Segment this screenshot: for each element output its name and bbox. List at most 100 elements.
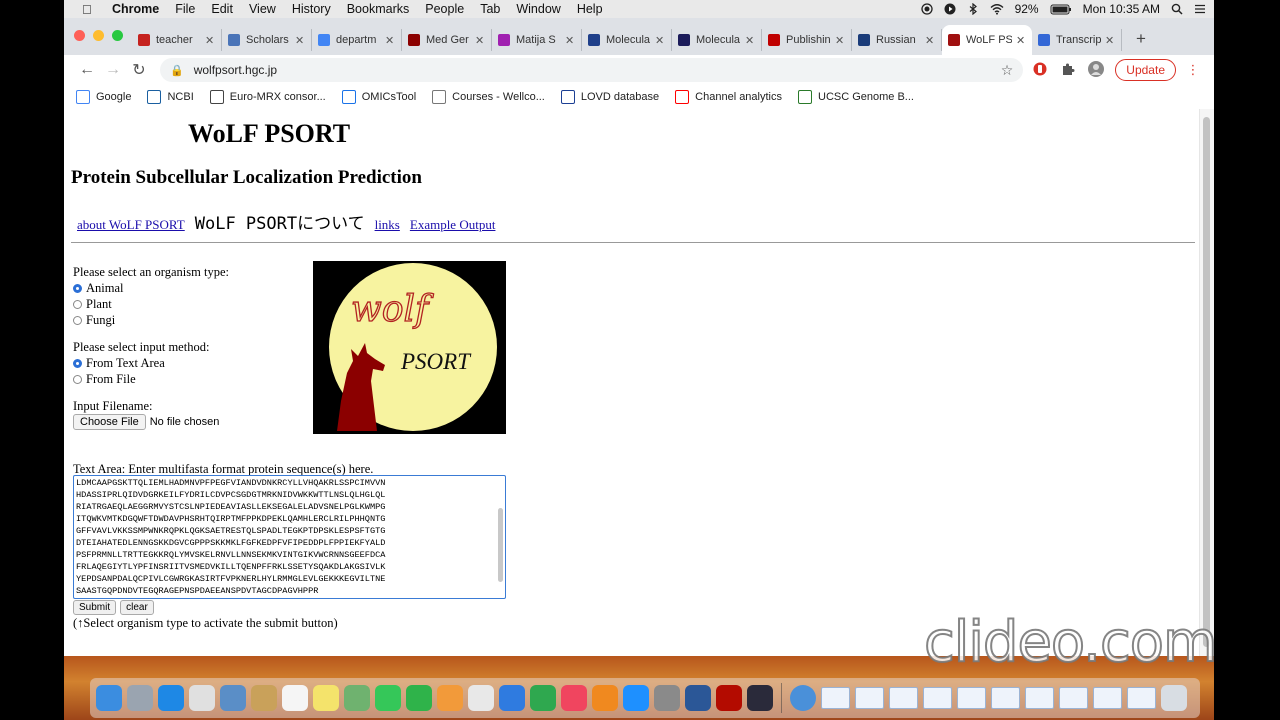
minimized-window-thumbnail[interactable] <box>1127 687 1156 709</box>
bookmark-label[interactable]: Euro-MRX consor... <box>230 91 326 103</box>
page-scrollbar[interactable] <box>1199 109 1214 656</box>
photos-icon[interactable] <box>344 685 370 711</box>
radio-button[interactable] <box>73 374 82 384</box>
extension-red-icon[interactable] <box>1029 62 1051 79</box>
minimized-window-thumbnail[interactable] <box>923 687 952 709</box>
tab-close-icon[interactable]: ✕ <box>835 34 845 47</box>
minimized-window-thumbnail[interactable] <box>957 687 986 709</box>
link-example-output[interactable]: Example Output <box>410 217 496 233</box>
link-links[interactable]: links <box>375 217 400 233</box>
forward-icon[interactable]: → <box>100 61 126 79</box>
tab-close-icon[interactable]: ✕ <box>385 34 395 47</box>
menu-history[interactable]: History <box>292 2 331 16</box>
quicktime-icon[interactable] <box>747 685 773 711</box>
minimized-window-thumbnail[interactable] <box>855 687 884 709</box>
battery-icon[interactable] <box>1050 3 1072 15</box>
notes-icon[interactable] <box>251 685 277 711</box>
reload-icon[interactable]: ↻ <box>126 60 152 80</box>
tab-1[interactable]: Scholars ✕ <box>222 29 312 51</box>
tab-3[interactable]: Med Ger ✕ <box>402 29 492 51</box>
bookmark-label[interactable]: Google <box>96 91 131 103</box>
apple-icon[interactable]:  <box>82 2 96 17</box>
clear-button[interactable]: clear <box>120 600 154 615</box>
launchpad-icon[interactable] <box>127 685 153 711</box>
tab-10[interactable]: Transcrip ✕ <box>1032 29 1122 51</box>
link-about[interactable]: about WoLF PSORT <box>77 217 185 233</box>
link-about-japanese[interactable]: WoLF PSORTについて <box>195 209 365 234</box>
radio-button[interactable] <box>73 358 82 368</box>
control-list-icon[interactable] <box>1194 3 1206 15</box>
bookmark-2[interactable]: Euro-MRX consor... <box>209 90 326 104</box>
menu-app-name[interactable]: Chrome <box>112 2 159 16</box>
new-tab-button[interactable]: + <box>1136 29 1146 49</box>
bookmark-6[interactable]: Channel analytics <box>675 90 782 104</box>
chrome-icon[interactable] <box>189 685 215 711</box>
keynote-icon[interactable] <box>499 685 525 711</box>
facetime-icon[interactable] <box>406 685 432 711</box>
bookmark-label[interactable]: Channel analytics <box>695 91 782 103</box>
bookmark-star-icon[interactable]: ☆ <box>1001 62 1014 79</box>
tab-close-icon[interactable]: ✕ <box>205 34 215 47</box>
radio-button[interactable] <box>73 299 82 309</box>
close-window-button[interactable] <box>74 30 85 41</box>
appstore-icon[interactable] <box>623 685 649 711</box>
submit-button[interactable]: Submit <box>73 600 117 615</box>
bookmark-label[interactable]: Courses - Wellco... <box>452 91 545 103</box>
menu-tab[interactable]: Tab <box>480 2 500 16</box>
menu-help[interactable]: Help <box>577 2 603 16</box>
tab-2[interactable]: departm ✕ <box>312 29 402 51</box>
tab-close-icon[interactable]: ✕ <box>655 34 665 47</box>
bookmark-4[interactable]: Courses - Wellco... <box>432 90 545 104</box>
menubar-clock[interactable]: Mon 10:35 AM <box>1083 2 1160 16</box>
update-button[interactable]: Update <box>1115 59 1176 81</box>
tab-close-icon[interactable]: ✕ <box>1105 34 1115 47</box>
url-text[interactable]: wolfpsort.hgc.jp <box>194 63 277 77</box>
extensions-puzzle-icon[interactable] <box>1057 62 1079 79</box>
finder-icon[interactable] <box>96 685 122 711</box>
tab-6[interactable]: Molecula ✕ <box>672 29 762 51</box>
stickies-icon[interactable] <box>313 685 339 711</box>
acrobat-icon[interactable] <box>716 685 742 711</box>
textedit-icon[interactable] <box>468 685 494 711</box>
tab-close-icon[interactable]: ✕ <box>475 34 485 47</box>
record-icon[interactable] <box>920 3 933 15</box>
minimized-window-thumbnail[interactable] <box>1059 687 1088 709</box>
systemprefs-icon[interactable] <box>654 685 680 711</box>
address-bar[interactable]: 🔒 wolfpsort.hgc.jp ☆ <box>160 58 1024 82</box>
trash-icon[interactable] <box>1161 685 1187 711</box>
safari-icon[interactable] <box>158 685 184 711</box>
minimize-window-button[interactable] <box>93 30 104 41</box>
menu-edit[interactable]: Edit <box>211 2 233 16</box>
menu-window[interactable]: Window <box>516 2 560 16</box>
menu-file[interactable]: File <box>175 2 195 16</box>
bookmark-3[interactable]: OMICsTool <box>341 90 416 104</box>
tab-8[interactable]: Russian ✕ <box>852 29 942 51</box>
tab-5[interactable]: Molecula ✕ <box>582 29 672 51</box>
bookmark-0[interactable]: Google <box>76 90 131 104</box>
minimized-window-thumbnail[interactable] <box>1093 687 1122 709</box>
choose-file-button[interactable]: Choose File <box>73 414 146 430</box>
wifi-icon[interactable] <box>990 3 1004 15</box>
bookmark-label[interactable]: NCBI <box>167 91 193 103</box>
radio-button[interactable] <box>73 283 82 293</box>
bookmark-label[interactable]: LOVD database <box>581 91 659 103</box>
zoom-window-button[interactable] <box>112 30 123 41</box>
bookmark-label[interactable]: OMICsTool <box>362 91 416 103</box>
spotlight-search-icon[interactable] <box>1171 3 1183 15</box>
page-scrollbar-thumb[interactable] <box>1203 117 1210 647</box>
back-icon[interactable]: ← <box>74 61 100 79</box>
tab-close-icon[interactable]: ✕ <box>295 34 305 47</box>
more-menu-icon[interactable]: ⋮ <box>1182 62 1204 78</box>
numbers-icon[interactable] <box>530 685 556 711</box>
tab-close-icon[interactable]: ✕ <box>565 34 575 47</box>
lock-icon[interactable]: 🔒 <box>170 64 184 77</box>
play-icon[interactable] <box>944 3 956 15</box>
word-icon[interactable] <box>685 685 711 711</box>
menu-people[interactable]: People <box>425 2 464 16</box>
tab-close-icon[interactable]: ✕ <box>925 34 935 47</box>
tab-0[interactable]: teacher ✕ <box>132 29 222 51</box>
music-icon[interactable] <box>561 685 587 711</box>
minimized-window-thumbnail[interactable] <box>1025 687 1054 709</box>
tab-4[interactable]: Matija S ✕ <box>492 29 582 51</box>
calendar-icon[interactable] <box>282 685 308 711</box>
